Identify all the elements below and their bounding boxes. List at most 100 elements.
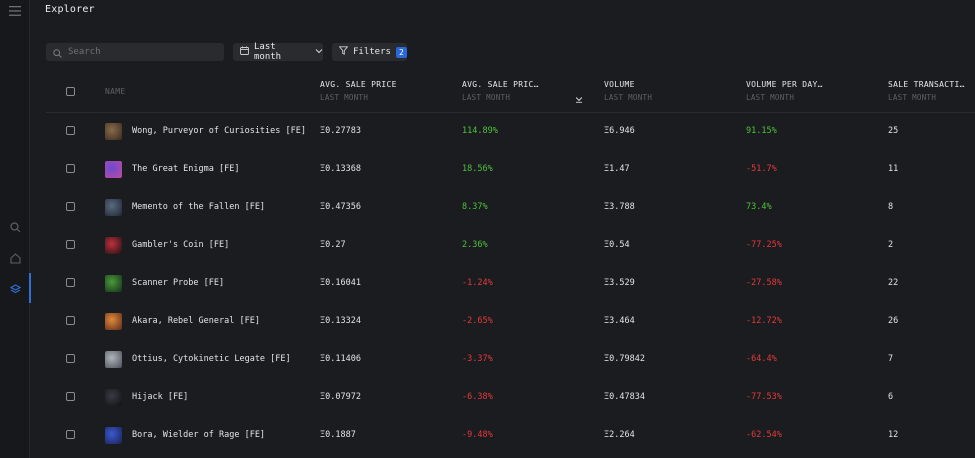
filters-count-badge: 2 bbox=[395, 46, 407, 58]
item-name[interactable]: Bora, Wielder of Rage [FE] bbox=[132, 416, 265, 454]
table-row[interactable]: Bora, Wielder of Rage [FE] Ξ0.1887 -9.48% Ξ… bbox=[46, 416, 975, 454]
column-header-label: AVG. SALE PRICE bbox=[320, 80, 397, 89]
item-thumbnail bbox=[105, 313, 122, 330]
avg-sale-price: Ξ0.11406 bbox=[320, 354, 361, 364]
table-row[interactable]: Hijack [FE] Ξ0.07972 -6.38% Ξ0.47834 -77.53%… bbox=[46, 378, 975, 416]
avg-sale-price-change: 18.56% bbox=[462, 164, 493, 174]
avg-sale-price-change: -3.37% bbox=[462, 354, 493, 364]
item-name[interactable]: Gambler's Coin [FE] bbox=[132, 226, 229, 264]
top-bar: Explorer bbox=[31, 0, 975, 22]
column-header-volume-per-day[interactable]: VOLUME PER DAY… LAST MONTH bbox=[746, 80, 823, 102]
item-name[interactable]: Hijack [FE] bbox=[132, 378, 188, 416]
search-box[interactable] bbox=[46, 43, 224, 61]
table-row[interactable]: Wong, Purveyor of Curiosities [FE] Ξ0.277… bbox=[46, 112, 975, 150]
item-thumbnail bbox=[105, 161, 122, 178]
volume-per-day-change: -77.25% bbox=[746, 240, 782, 250]
sale-transactions: 25 bbox=[888, 126, 899, 136]
volume: Ξ0.54 bbox=[604, 240, 630, 250]
row-checkbox[interactable] bbox=[66, 354, 75, 363]
sale-transactions: 6 bbox=[888, 392, 894, 402]
avg-sale-price: Ξ0.1887 bbox=[320, 430, 356, 440]
item-name[interactable]: Memento of the Fallen [FE] bbox=[132, 188, 265, 226]
column-header-sublabel: LAST MONTH bbox=[320, 93, 369, 102]
volume-per-day-change: -77.53% bbox=[746, 392, 782, 402]
filters-label: Filters bbox=[353, 47, 391, 57]
avg-sale-price-change: -9.48% bbox=[462, 430, 493, 440]
item-name[interactable]: The Great Enigma [FE] bbox=[132, 150, 239, 188]
column-header-label: VOLUME PER DAY… bbox=[746, 80, 823, 89]
avg-sale-price-change: 114.89% bbox=[462, 126, 498, 136]
select-all-checkbox[interactable] bbox=[66, 87, 75, 96]
avg-sale-price-change: -1.24% bbox=[462, 278, 493, 288]
row-checkbox[interactable] bbox=[66, 164, 75, 173]
avg-sale-price: Ξ0.07972 bbox=[320, 392, 361, 402]
item-name[interactable]: Scanner Probe [FE] bbox=[132, 264, 224, 302]
row-checkbox[interactable] bbox=[66, 430, 75, 439]
table-row[interactable]: Scanner Probe [FE] Ξ0.16041 -1.24% Ξ3.529 -2… bbox=[46, 264, 975, 302]
sort-chevron-down-icon[interactable] bbox=[575, 88, 583, 107]
volume: Ξ2.264 bbox=[604, 430, 635, 440]
home-icon[interactable] bbox=[6, 249, 24, 267]
item-name[interactable]: Wong, Purveyor of Curiosities [FE] bbox=[132, 112, 306, 150]
avg-sale-price: Ξ0.16041 bbox=[320, 278, 361, 288]
table-row[interactable]: The Great Enigma [FE] Ξ0.13368 18.56% Ξ1.47… bbox=[46, 150, 975, 188]
search-icon[interactable] bbox=[6, 218, 24, 236]
volume: Ξ0.47834 bbox=[604, 392, 645, 402]
layers-icon[interactable] bbox=[6, 280, 24, 298]
calendar-icon bbox=[240, 46, 249, 58]
period-label: Last month bbox=[254, 42, 282, 62]
avg-sale-price: Ξ0.13368 bbox=[320, 164, 361, 174]
row-checkbox[interactable] bbox=[66, 240, 75, 249]
table-row[interactable]: Ottius, Cytokinetic Legate [FE] Ξ0.11406 -… bbox=[46, 340, 975, 378]
volume-per-day-change: -12.72% bbox=[746, 316, 782, 326]
avg-sale-price: Ξ0.27 bbox=[320, 240, 346, 250]
avg-sale-price-change: 8.37% bbox=[462, 202, 488, 212]
column-header-sublabel: LAST MONTH bbox=[462, 93, 511, 102]
item-thumbnail bbox=[105, 427, 122, 444]
item-thumbnail bbox=[105, 199, 122, 216]
item-thumbnail bbox=[105, 123, 122, 140]
filter-icon bbox=[338, 46, 349, 58]
menu-icon[interactable] bbox=[6, 2, 24, 20]
item-thumbnail bbox=[105, 275, 122, 292]
volume: Ξ3.464 bbox=[604, 316, 635, 326]
column-header-avg-sale-price-change[interactable]: AVG. SALE PRIC… LAST MONTH bbox=[462, 80, 539, 102]
volume-per-day-change: -64.4% bbox=[746, 354, 777, 364]
row-checkbox[interactable] bbox=[66, 316, 75, 325]
filters-button[interactable]: Filters 2 bbox=[332, 43, 407, 61]
column-header-avg-sale-price[interactable]: AVG. SALE PRICE LAST MONTH bbox=[320, 80, 397, 102]
item-thumbnail bbox=[105, 237, 122, 254]
table-row[interactable]: Memento of the Fallen [FE] Ξ0.47356 8.37% Ξ… bbox=[46, 188, 975, 226]
sale-transactions: 22 bbox=[888, 278, 899, 288]
sale-transactions: 12 bbox=[888, 430, 899, 440]
sale-transactions: 8 bbox=[888, 202, 894, 212]
row-checkbox[interactable] bbox=[66, 126, 75, 135]
avg-sale-price: Ξ0.47356 bbox=[320, 202, 361, 212]
item-name[interactable]: Akara, Rebel General [FE] bbox=[132, 302, 260, 340]
volume: Ξ3.788 bbox=[604, 202, 635, 212]
column-header-sale-transactions[interactable]: SALE TRANSACTI… LAST MONTH bbox=[888, 80, 965, 102]
avg-sale-price: Ξ0.27783 bbox=[320, 126, 361, 136]
row-checkbox[interactable] bbox=[66, 202, 75, 211]
row-checkbox[interactable] bbox=[66, 392, 75, 401]
column-header-label: SALE TRANSACTI… bbox=[888, 80, 965, 89]
side-rail bbox=[0, 0, 31, 458]
row-checkbox[interactable] bbox=[66, 278, 75, 287]
volume: Ξ1.47 bbox=[604, 164, 630, 174]
column-header-name[interactable]: NAME bbox=[105, 87, 125, 96]
item-thumbnail bbox=[105, 389, 122, 406]
avg-sale-price-change: -2.65% bbox=[462, 316, 493, 326]
table-row[interactable]: Akara, Rebel General [FE] Ξ0.13324 -2.65% Ξ… bbox=[46, 302, 975, 340]
column-header-sublabel: LAST MONTH bbox=[888, 93, 937, 102]
search-input[interactable] bbox=[68, 47, 218, 57]
column-header-volume[interactable]: VOLUME LAST MONTH bbox=[604, 80, 652, 102]
sale-transactions: 26 bbox=[888, 316, 899, 326]
table-row[interactable]: Gambler's Coin [FE] Ξ0.27 2.36% Ξ0.54 -77.25… bbox=[46, 226, 975, 264]
item-name[interactable]: Ottius, Cytokinetic Legate [FE] bbox=[132, 340, 291, 378]
sale-transactions: 11 bbox=[888, 164, 899, 174]
volume-per-day-change: 91.15% bbox=[746, 126, 777, 136]
page-title: Explorer bbox=[45, 4, 95, 15]
volume: Ξ6.946 bbox=[604, 126, 635, 136]
period-selector[interactable]: Last month bbox=[233, 42, 323, 62]
volume: Ξ0.79842 bbox=[604, 354, 645, 364]
